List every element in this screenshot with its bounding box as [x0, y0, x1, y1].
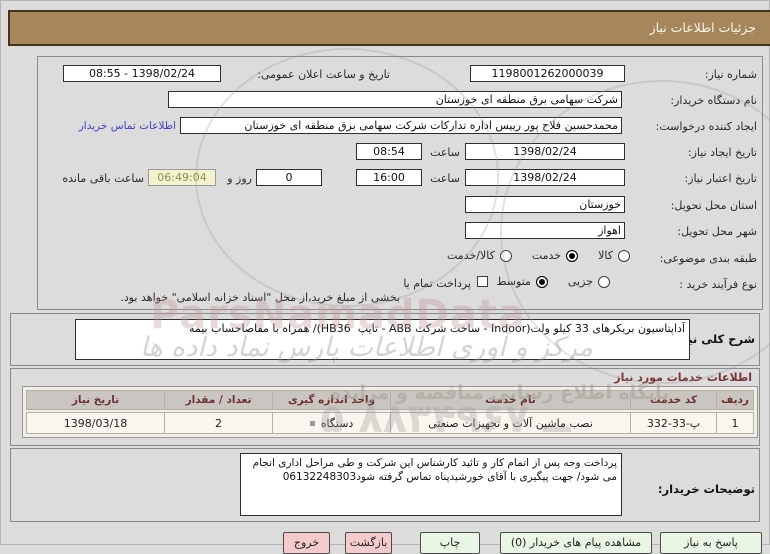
services-table-row: 1 پ-33-332 نصب ماشین آلات و تجهیزات صنعت… — [26, 412, 754, 434]
cell-unit: دستگاه — [272, 412, 390, 434]
classification-option-service-label: خدمت — [531, 249, 562, 262]
col-header-service-name: نام خدمت — [390, 390, 630, 410]
col-header-need-date: تاریخ نیاز — [26, 390, 164, 410]
need-details-page: { "page": { "title_bar": "جزئیات اطلاعات… — [0, 0, 770, 554]
expire-time-field[interactable] — [356, 169, 422, 186]
buyer-notes-field[interactable]: پرداخت وجه پس از اتمام کار و تائید کارشن… — [240, 453, 622, 516]
cell-need-date: 1398/03/18 — [26, 412, 164, 434]
cell-service-name: نصب ماشین آلات و تجهیزات صنعتی — [390, 412, 630, 434]
services-section-title: اطلاعات خدمات مورد نیاز — [614, 371, 752, 384]
requester-field[interactable] — [180, 117, 622, 134]
services-table: ردیف کد خدمت نام خدمت واحد اندازه گیری ت… — [22, 386, 758, 438]
classification-option-goods-service-label: کالا/خدمت — [447, 249, 495, 262]
buyer-messages-button[interactable]: مشاهده پیام های خریدار (0) — [500, 532, 652, 554]
announce-datetime-field[interactable] — [63, 65, 221, 82]
unit-marker-icon — [309, 420, 315, 426]
process-type-option-medium-label: متوسط — [496, 275, 531, 288]
requester-label: ایجاد کننده درخواست: — [655, 120, 757, 133]
buyer-org-label: نام دستگاه خریدار: — [670, 94, 757, 107]
countdown-label: ساعت باقی مانده — [62, 172, 144, 185]
services-table-header: ردیف کد خدمت نام خدمت واحد اندازه گیری ت… — [26, 390, 754, 410]
create-date-label: تاریخ ایجاد نیاز: — [687, 146, 757, 159]
process-type-option-minor-label: جزیی — [567, 275, 593, 288]
expire-date-field[interactable] — [465, 169, 625, 186]
buyer-org-field[interactable] — [168, 91, 622, 108]
classification-radio-group: کالا خدمت کالا/خدمت — [427, 249, 630, 262]
expire-time-label: ساعت — [430, 172, 460, 185]
need-number-label: شماره نیاز: — [704, 68, 757, 81]
classification-label: طبقه بندی موضوعی: — [659, 252, 757, 265]
classification-option-goods[interactable]: کالا — [598, 249, 630, 262]
col-header-row-number: ردیف — [716, 390, 754, 410]
province-field[interactable] — [465, 196, 625, 213]
process-type-option-medium[interactable]: متوسط — [496, 275, 548, 288]
days-remaining-field[interactable] — [256, 169, 322, 186]
process-type-option-minor[interactable]: جزیی — [568, 275, 610, 288]
days-remaining-label: روز و — [227, 172, 252, 185]
exit-button[interactable]: خروج — [283, 532, 330, 554]
need-description-field[interactable]: آداپتاسیون بریکرهای 33 کیلو ولت(Indoor -… — [75, 319, 690, 360]
classification-option-service[interactable]: خدمت — [531, 249, 579, 262]
city-label: شهر محل تحویل: — [677, 225, 757, 238]
page-title: جزئیات اطلاعات نیاز — [8, 10, 770, 46]
radio-minor-icon[interactable] — [598, 275, 610, 288]
buyer-notes-label: توضیحات خریدار: — [657, 482, 755, 496]
need-number-field[interactable] — [470, 65, 625, 82]
radio-medium-icon[interactable] — [535, 275, 548, 288]
announce-datetime-label: تاریخ و ساعت اعلان عمومی: — [257, 68, 390, 81]
classification-option-goods-service[interactable]: کالا/خدمت — [447, 249, 512, 262]
buyer-contact-link[interactable]: اطلاعات تماس خریدار — [79, 119, 176, 134]
respond-to-need-button[interactable]: پاسخ به نیاز — [660, 532, 762, 554]
process-type-radio-group: جزیی متوسط — [476, 275, 610, 288]
expire-date-label: تاریخ اعتبار نیاز: — [684, 172, 757, 185]
print-button[interactable]: چاپ — [420, 532, 480, 554]
col-header-quantity: تعداد / مقدار — [164, 390, 272, 410]
cell-service-code: پ-33-332 — [630, 412, 716, 434]
city-field[interactable] — [465, 222, 625, 239]
create-time-field[interactable] — [356, 143, 422, 160]
province-label: استان محل تحویل: — [670, 199, 757, 212]
cell-quantity: 2 — [164, 412, 272, 434]
radio-goods-icon[interactable] — [618, 249, 630, 262]
countdown-field[interactable] — [148, 169, 216, 186]
create-date-field[interactable] — [465, 143, 625, 160]
treasury-checkbox[interactable] — [477, 276, 488, 287]
cell-row-number: 1 — [716, 412, 754, 434]
radio-service-icon[interactable] — [566, 249, 579, 262]
cell-unit-text: دستگاه — [320, 416, 354, 430]
col-header-unit: واحد اندازه گیری — [272, 390, 390, 410]
back-button[interactable]: بازگشت — [345, 532, 392, 554]
process-type-label: نوع فرآیند خرید : — [679, 278, 757, 291]
create-time-label: ساعت — [430, 146, 460, 159]
treasury-text-line2: بخشی از مبلغ خرید،از محل "اسناد خزانه اس… — [120, 291, 400, 304]
classification-option-goods-label: کالا — [598, 249, 613, 262]
radio-goods-service-icon[interactable] — [499, 249, 512, 262]
col-header-service-code: کد خدمت — [630, 390, 716, 410]
treasury-text-line1: پرداخت تمام یا — [403, 277, 471, 290]
